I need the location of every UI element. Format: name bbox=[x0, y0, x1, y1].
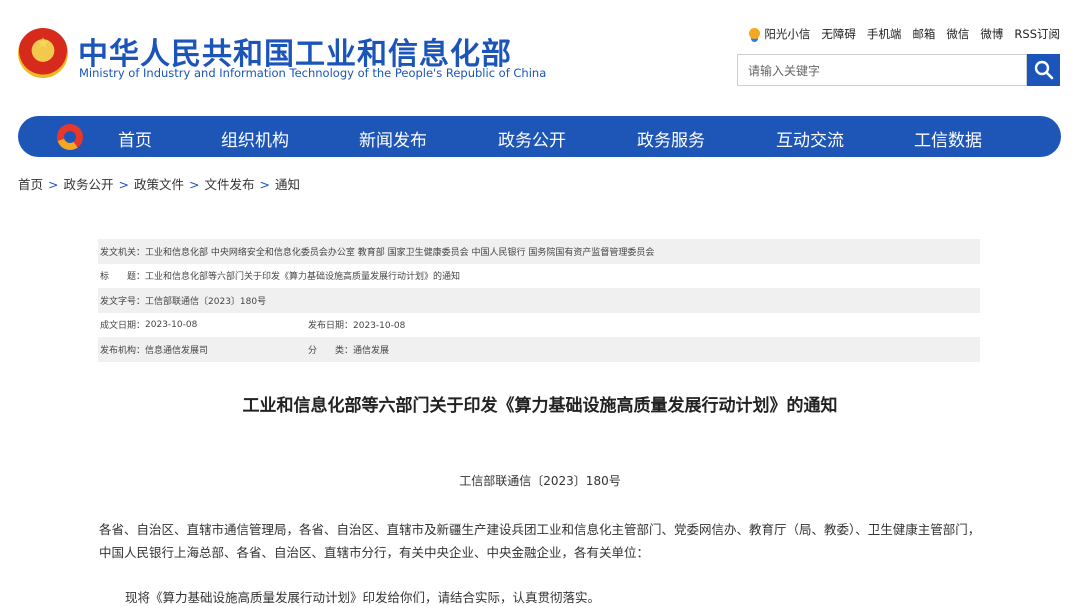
document-recipients: 各省、自治区、直辖市通信管理局，各省、自治区、直辖市及新疆生产建设兵团工业和信息… bbox=[99, 522, 981, 560]
document-title: 工业和信息化部等六部门关于印发《算力基础设施高质量发展行动计划》的通知 bbox=[242, 396, 838, 416]
breadcrumb-separator: > bbox=[48, 177, 59, 192]
nav-item-organization[interactable]: 组织机构 bbox=[221, 126, 289, 151]
breadcrumb-gov-affairs[interactable]: 政务公开 bbox=[64, 177, 114, 192]
breadcrumb-separator: > bbox=[118, 177, 129, 192]
info-value: 通信发展 bbox=[353, 345, 390, 356]
top-link-mail[interactable]: 邮箱 bbox=[912, 26, 935, 42]
breadcrumb-home[interactable]: 首页 bbox=[18, 177, 43, 192]
info-value: 工业和信息化部等六部门关于印发《算力基础设施高质量发展行动计划》的通知 bbox=[145, 272, 461, 283]
breadcrumb-separator: > bbox=[259, 177, 270, 192]
nav-item-gov-services[interactable]: 政务服务 bbox=[637, 126, 705, 151]
info-label: 成文日期： bbox=[100, 321, 146, 332]
document-number: 工信部联通信〔2023〕180号 bbox=[459, 474, 621, 488]
document-body-paragraph: 现将《算力基础设施高质量发展行动计划》印发给你们，请结合实际，认真贯彻落实。 bbox=[125, 590, 601, 605]
info-row-title: 标 题： 工业和信息化部等六部门关于印发《算力基础设施高质量发展行动计划》的通知 bbox=[98, 264, 980, 289]
info-value: 2023-10-08 bbox=[353, 321, 406, 332]
nav-item-interaction[interactable]: 互动交流 bbox=[776, 126, 844, 151]
info-cell-category: 分 类：通信发展 bbox=[308, 343, 389, 356]
info-label: 发布日期： bbox=[308, 321, 354, 332]
nav-item-data[interactable]: 工信数据 bbox=[914, 126, 982, 151]
info-label: 标 题： bbox=[100, 272, 146, 283]
info-row-org: 发布机构： 信息通信发展司 分 类：通信发展 bbox=[98, 337, 980, 362]
search-box bbox=[737, 54, 1027, 86]
top-link-weibo[interactable]: 微博 bbox=[980, 26, 1003, 42]
top-link-wechat[interactable]: 微信 bbox=[946, 26, 969, 42]
info-value: 信息通信发展司 bbox=[145, 345, 209, 356]
main-nav: 首页 组织机构 新闻发布 政务公开 政务服务 互动交流 工信数据 bbox=[18, 116, 1061, 157]
breadcrumb-policy-docs[interactable]: 政策文件 bbox=[134, 177, 184, 192]
info-row-docno: 发文字号： 工信部联通信〔2023〕180号 bbox=[98, 288, 980, 313]
search-icon bbox=[1034, 60, 1054, 80]
info-value: 工业和信息化部 中央网络安全和信息化委员会办公室 教育部 国家卫生健康委员会 中… bbox=[145, 247, 655, 258]
breadcrumb: 首页 > 政务公开 > 政策文件 > 文件发布 > 通知 bbox=[18, 174, 300, 193]
info-value: 工信部联通信〔2023〕180号 bbox=[145, 296, 267, 307]
top-links: 阳光小信 无障碍 手机端 邮箱 微信 微博 RSS订阅 bbox=[738, 26, 1060, 42]
top-link-accessibility[interactable]: 无障碍 bbox=[821, 26, 856, 42]
info-label: 发文机关： bbox=[100, 247, 146, 258]
info-label: 分 类： bbox=[308, 345, 354, 356]
breadcrumb-doc-release[interactable]: 文件发布 bbox=[205, 177, 255, 192]
top-link-sunshine[interactable]: 阳光小信 bbox=[749, 26, 810, 42]
top-link-mobile[interactable]: 手机端 bbox=[867, 26, 902, 42]
info-label: 发布机构： bbox=[100, 345, 146, 356]
nav-item-gov-affairs[interactable]: 政务公开 bbox=[498, 126, 566, 151]
document-info-table: 发文机关： 工业和信息化部 中央网络安全和信息化委员会办公室 教育部 国家卫生健康… bbox=[98, 239, 980, 362]
info-value: 2023-10-08 bbox=[145, 319, 198, 330]
nav-item-news[interactable]: 新闻发布 bbox=[359, 126, 427, 151]
national-emblem-logo[interactable] bbox=[18, 28, 68, 78]
site-subtitle: Ministry of Industry and Information Tec… bbox=[79, 66, 547, 80]
info-cell-published: 发布日期：2023-10-08 bbox=[308, 318, 405, 331]
info-row-dates: 成文日期： 2023-10-08 发布日期：2023-10-08 bbox=[98, 313, 980, 338]
breadcrumb-separator: > bbox=[189, 177, 200, 192]
search-button[interactable] bbox=[1027, 54, 1060, 86]
top-link-rss[interactable]: RSS订阅 bbox=[1014, 26, 1060, 42]
nav-item-home[interactable]: 首页 bbox=[118, 126, 152, 151]
breadcrumb-notice[interactable]: 通知 bbox=[275, 177, 300, 192]
info-label: 发文字号： bbox=[100, 296, 146, 307]
search-input[interactable] bbox=[746, 56, 1020, 86]
info-row-issuer: 发文机关： 工业和信息化部 中央网络安全和信息化委员会办公室 教育部 国家卫生健康… bbox=[98, 239, 980, 264]
nav-logo-icon[interactable] bbox=[57, 124, 83, 150]
sunshine-icon bbox=[749, 28, 761, 39]
